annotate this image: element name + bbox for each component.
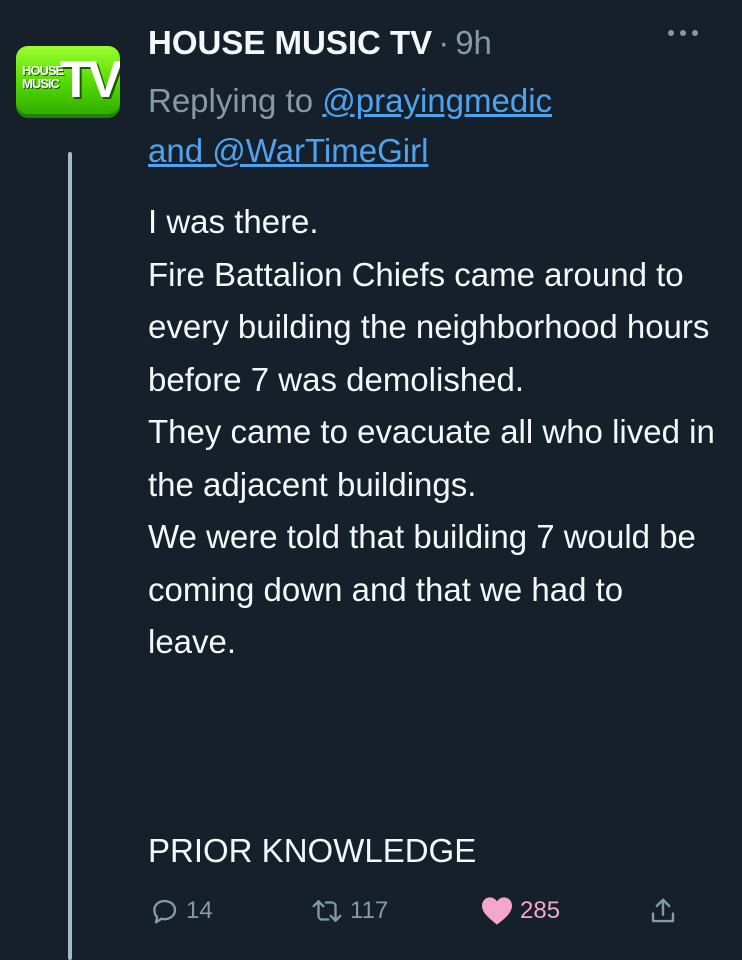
retweet-button[interactable]: 117: [310, 896, 388, 926]
reply-button[interactable]: 14: [150, 896, 213, 926]
share-icon: [648, 896, 678, 926]
tweet-time[interactable]: 9h: [455, 24, 492, 62]
avatar-logo-text: HOUSE MUSIC: [22, 64, 64, 91]
heart-icon: [480, 896, 514, 926]
tweet-body: I was there. Fire Battalion Chiefs came …: [148, 196, 718, 669]
retweet-icon: [310, 896, 344, 926]
retweet-count: 117: [350, 897, 389, 924]
more-dot: [692, 30, 698, 36]
avatar-logo: HOUSE MUSIC TV: [16, 46, 120, 118]
share-button[interactable]: [648, 896, 678, 926]
tweet-line: Fire Battalion Chiefs came around to eve…: [148, 255, 710, 398]
tweet-line: I was there.: [148, 203, 319, 240]
thread-line: [68, 152, 72, 960]
like-button[interactable]: 285: [480, 896, 560, 926]
mention-link-prayingmedic[interactable]: @prayingmedic: [322, 82, 552, 119]
avatar[interactable]: HOUSE MUSIC TV: [16, 42, 126, 122]
mention-link-wartimegirl[interactable]: @WarTimeGirl: [212, 132, 428, 169]
author-name[interactable]: HOUSE MUSIC TV: [148, 24, 432, 62]
more-icon[interactable]: [668, 30, 698, 36]
avatar-logo-big: TV: [60, 51, 120, 109]
tweet-header: HOUSE MUSIC TV · 9h: [148, 18, 702, 68]
reply-icon: [150, 896, 180, 926]
tweet-closing: PRIOR KNOWLEDGE: [148, 832, 477, 869]
tweet-line: They came to evacuate all who lived in t…: [148, 413, 715, 503]
mention-and: and: [148, 132, 213, 169]
separator-dot: ·: [438, 24, 450, 61]
like-count: 285: [520, 897, 561, 924]
reply-count: 14: [186, 897, 213, 924]
replying-to: Replying to @prayingmedic and @WarTimeGi…: [148, 76, 718, 176]
more-dot: [668, 30, 674, 36]
action-bar: 14 117 285: [148, 888, 688, 940]
tweet-line: We were told that building 7 would be co…: [148, 518, 696, 660]
replying-prefix: Replying to: [148, 82, 323, 119]
more-dot: [680, 30, 686, 36]
avatar-logo-line2: MUSIC: [22, 76, 60, 91]
